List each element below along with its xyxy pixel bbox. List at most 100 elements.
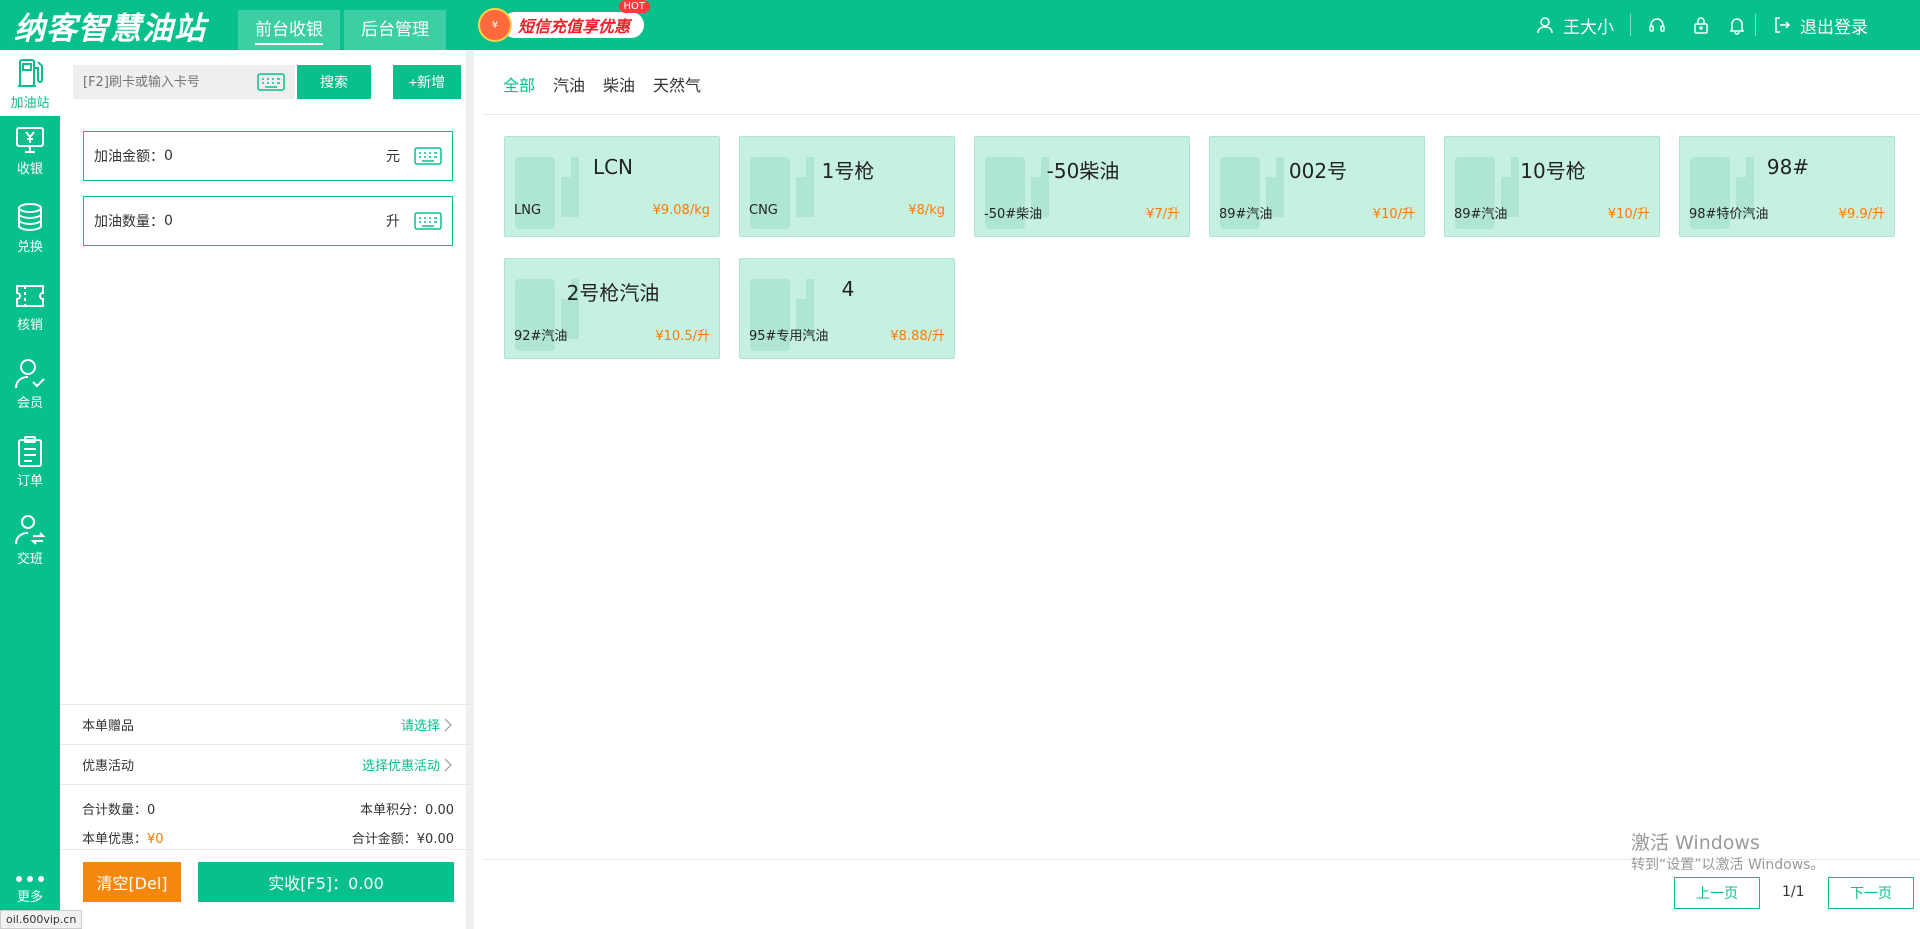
order-discount: 本单优惠：¥0 xyxy=(82,828,164,847)
keyboard-icon[interactable] xyxy=(414,212,442,230)
sidebar-item-gas-station[interactable]: 加油站 xyxy=(0,50,60,116)
nozzle-fuel-type: 89#汽油 xyxy=(1454,207,1508,222)
total-quantity: 合计数量：0 xyxy=(82,799,155,818)
chevron-right-icon xyxy=(444,718,452,731)
nozzle-fuel-type: 98#特价汽油 xyxy=(1689,207,1769,222)
promotion-row[interactable]: 优惠活动 选择优惠活动 xyxy=(60,744,474,784)
clear-button[interactable]: 清空[Del] xyxy=(83,862,181,902)
nozzle-name: -50柴油 xyxy=(1046,159,1120,183)
card-search-input[interactable] xyxy=(83,74,253,90)
clipboard-icon xyxy=(18,436,42,467)
fuel-amount-value: 0 xyxy=(164,148,173,164)
sidebar-item-writeoff[interactable]: 核销 xyxy=(0,272,60,338)
nozzle-card[interactable]: 2号枪汽油 92#汽油 ¥10.5/升 xyxy=(504,258,720,359)
filter-natural-gas[interactable]: 天然气 xyxy=(653,72,701,96)
ticket-icon xyxy=(16,285,44,307)
prev-page-button[interactable]: 上一页 xyxy=(1674,877,1760,909)
nozzle-price: ¥10.5/升 xyxy=(655,329,710,344)
tab-backend-admin-label: 后台管理 xyxy=(361,20,429,40)
nozzle-price: ¥9.08/kg xyxy=(652,203,710,218)
nozzle-fuel-type: -50#柴油 xyxy=(984,207,1043,222)
header-actions: 王大小 退出登录 xyxy=(1519,0,1920,50)
nozzle-card[interactable]: 002号 89#汽油 ¥10/升 xyxy=(1209,136,1425,237)
sidebar-item-member[interactable]: 会员 xyxy=(0,350,60,416)
coins-stack-icon xyxy=(18,203,42,232)
page-indicator: 1/1 xyxy=(1782,884,1805,900)
nozzle-name: 4 xyxy=(841,277,855,301)
tab-front-cashier-label: 前台收银 xyxy=(255,20,323,45)
activation-subtitle: 转到“设置”以激活 Windows。 xyxy=(1631,857,1825,873)
logout-button[interactable]: 退出登录 xyxy=(1755,14,1884,38)
search-button[interactable]: 搜索 xyxy=(297,65,371,99)
app-logo: 纳客智慧油站 xyxy=(14,10,206,47)
headset-icon xyxy=(1647,15,1667,35)
fuel-amount-field[interactable]: 加油金额： 0 元 xyxy=(83,131,453,181)
nozzle-fuel-type: CNG xyxy=(749,203,778,218)
nozzle-name: 10号枪 xyxy=(1520,159,1586,183)
sidebar-item-cashier[interactable]: 收银 xyxy=(0,116,60,182)
total-quantity-label: 合计数量： xyxy=(82,803,148,818)
keyboard-icon[interactable] xyxy=(257,73,285,91)
keyboard-icon[interactable] xyxy=(414,147,442,165)
activation-title: 激活 Windows xyxy=(1631,832,1760,854)
nozzle-fuel-type: LNG xyxy=(514,203,542,218)
promotion-label: 优惠活动 xyxy=(82,759,135,774)
more-dots-icon xyxy=(0,876,60,882)
promotion-select-link[interactable]: 选择优惠活动 xyxy=(362,755,452,774)
money-bag-icon: ¥ xyxy=(478,8,512,42)
fuel-quantity-field[interactable]: 加油数量： 0 升 xyxy=(83,196,453,246)
filter-gasoline[interactable]: 汽油 xyxy=(553,72,585,96)
sidebar-more-label: 更多 xyxy=(16,890,43,905)
sms-promo-banner[interactable]: ¥ 短信充值享优惠 HOT xyxy=(478,0,651,42)
promotion-select-label: 选择优惠活动 xyxy=(361,759,440,774)
card-search-box xyxy=(73,65,295,99)
add-member-button[interactable]: +新增 xyxy=(393,65,461,99)
sidebar-item-label: 会员 xyxy=(16,396,43,411)
order-discount-label: 本单优惠： xyxy=(82,832,148,847)
sidebar-item-label: 加油站 xyxy=(10,96,50,111)
tab-front-cashier[interactable]: 前台收银 xyxy=(238,10,340,50)
bell-icon xyxy=(1727,15,1747,35)
nozzle-card[interactable]: 98# 98#特价汽油 ¥9.9/升 xyxy=(1679,136,1895,237)
sidebar-item-label: 收银 xyxy=(16,162,43,177)
sidebar-more[interactable]: 更多 xyxy=(0,876,60,905)
nozzle-card[interactable]: 4 95#专用汽油 ¥8.88/升 xyxy=(739,258,955,359)
total-amount: 合计金额：¥0.00 xyxy=(352,828,454,847)
fuel-quantity-label: 加油数量： xyxy=(94,214,164,230)
gift-select-link[interactable]: 请选择 xyxy=(401,715,452,734)
notification-button[interactable] xyxy=(1719,14,1755,36)
nozzle-card[interactable]: 1号枪 CNG ¥8/kg xyxy=(739,136,955,237)
fuel-pump-icon xyxy=(18,59,43,87)
gift-row[interactable]: 本单赠品 请选择 xyxy=(60,704,474,744)
member-search-row: 搜索 +新增 xyxy=(73,65,461,99)
sidebar-item-exchange[interactable]: 兑换 xyxy=(0,194,60,260)
nozzle-card[interactable]: 10号枪 89#汽油 ¥10/升 xyxy=(1444,136,1660,237)
sidebar-item-shift[interactable]: 交班 xyxy=(0,506,60,572)
order-panel: 搜索 +新增 加油金额： 0 元 加油数量： 0 升 本单赠品 请选择 优惠活动… xyxy=(60,50,474,929)
nozzle-name: LCN xyxy=(592,155,634,179)
order-discount-value: ¥0 xyxy=(147,832,164,847)
filter-diesel[interactable]: 柴油 xyxy=(603,72,635,96)
order-points: 本单积分：0.00 xyxy=(360,799,454,818)
user-menu[interactable]: 王大小 xyxy=(1519,14,1630,38)
sidebar-item-label: 交班 xyxy=(16,552,43,567)
gift-select-label: 请选择 xyxy=(400,719,440,734)
sidebar-item-label: 核销 xyxy=(16,318,43,333)
pay-button[interactable]: 实收[F5]：0.00 xyxy=(198,862,454,902)
filter-all[interactable]: 全部 xyxy=(503,72,535,96)
lock-button[interactable] xyxy=(1683,14,1719,36)
nozzle-panel: 全部 汽油 柴油 天然气 LCN LNG ¥9.08/kg 1号枪 CNG ¥8/kg -5… xyxy=(482,50,1920,929)
windows-activation-watermark: 激活 Windows 转到“设置”以激活 Windows。 xyxy=(1631,832,1824,876)
sidebar-item-orders[interactable]: 订单 xyxy=(0,428,60,494)
sidebar: 加油站 收银 兑换 核销 会员 订单 交班 更多 xyxy=(0,50,60,929)
status-bar-url: oil.600vip.cn xyxy=(0,910,83,929)
nozzle-card[interactable]: -50柴油 -50#柴油 ¥7/升 xyxy=(974,136,1190,237)
hot-badge: HOT xyxy=(618,0,651,13)
support-button[interactable] xyxy=(1630,14,1683,36)
next-page-button[interactable]: 下一页 xyxy=(1828,877,1914,909)
nozzle-card[interactable]: LCN LNG ¥9.08/kg xyxy=(504,136,720,237)
fuel-quantity-value: 0 xyxy=(164,213,173,229)
nozzle-price: ¥9.9/升 xyxy=(1838,207,1885,222)
total-amount-value: ¥0.00 xyxy=(416,832,454,847)
tab-backend-admin[interactable]: 后台管理 xyxy=(344,10,446,50)
